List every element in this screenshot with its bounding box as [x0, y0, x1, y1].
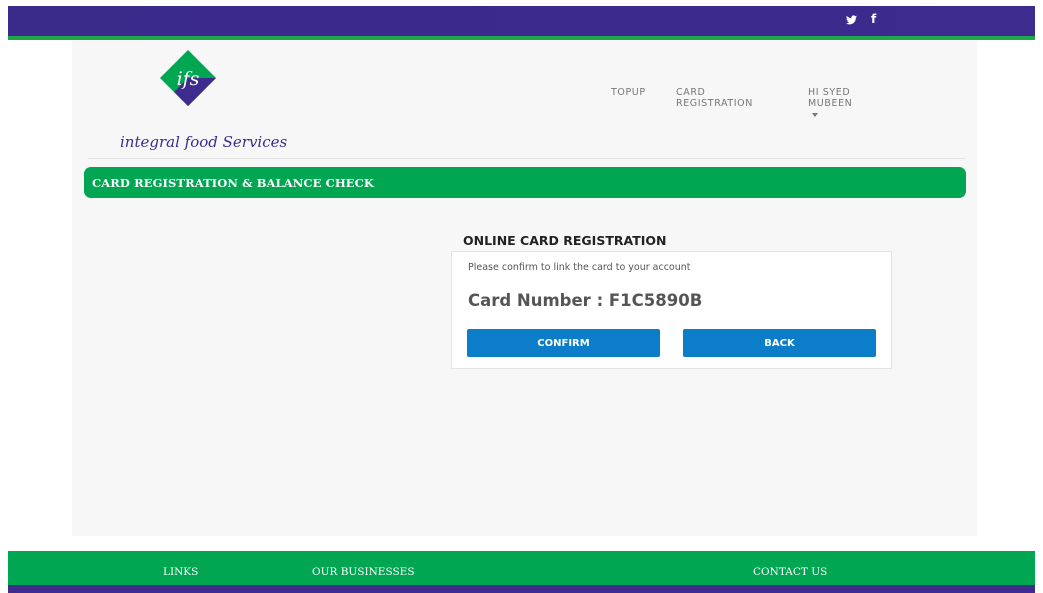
nav-card-registration[interactable]: CARD REGISTRATION	[676, 87, 753, 109]
brand-logo[interactable]: ifs integral food Services	[92, 50, 287, 151]
panel-description: Please confirm to link the card to your …	[468, 262, 691, 273]
confirm-button[interactable]: CONFIRM	[467, 329, 660, 357]
header-divider	[88, 158, 965, 159]
card-number: Card Number : F1C5890B	[468, 291, 703, 310]
footer-bottom-bar	[8, 585, 1035, 593]
panel-heading: ONLINE CARD REGISTRATION	[463, 233, 667, 248]
footer-our-businesses[interactable]: OUR BUSINESSES	[312, 566, 415, 578]
section-title: CARD REGISTRATION & BALANCE CHECK	[92, 176, 375, 190]
top-bar	[8, 6, 1035, 36]
caret-down-icon	[812, 112, 818, 117]
nav-user-menu[interactable]: HI SYED MUBEEN	[808, 87, 852, 120]
nav-user-label: HI SYED MUBEEN	[808, 87, 853, 109]
facebook-icon[interactable]: f	[871, 12, 876, 26]
brand-name: integral food Services	[120, 133, 288, 151]
nav-topup[interactable]: TOPUP	[611, 87, 646, 98]
section-band: CARD REGISTRATION & BALANCE CHECK	[84, 167, 966, 198]
registration-panel: Please confirm to link the card to your …	[451, 251, 892, 369]
back-button[interactable]: BACK	[683, 329, 876, 357]
svg-text:ifs: ifs	[177, 68, 200, 90]
footer-contact-us[interactable]: CONTACT US	[753, 566, 827, 578]
twitter-icon[interactable]	[846, 12, 857, 26]
footer: LINKS OUR BUSINESSES CONTACT US	[8, 551, 1035, 585]
social-links: f	[846, 12, 876, 26]
footer-links[interactable]: LINKS	[163, 566, 198, 578]
